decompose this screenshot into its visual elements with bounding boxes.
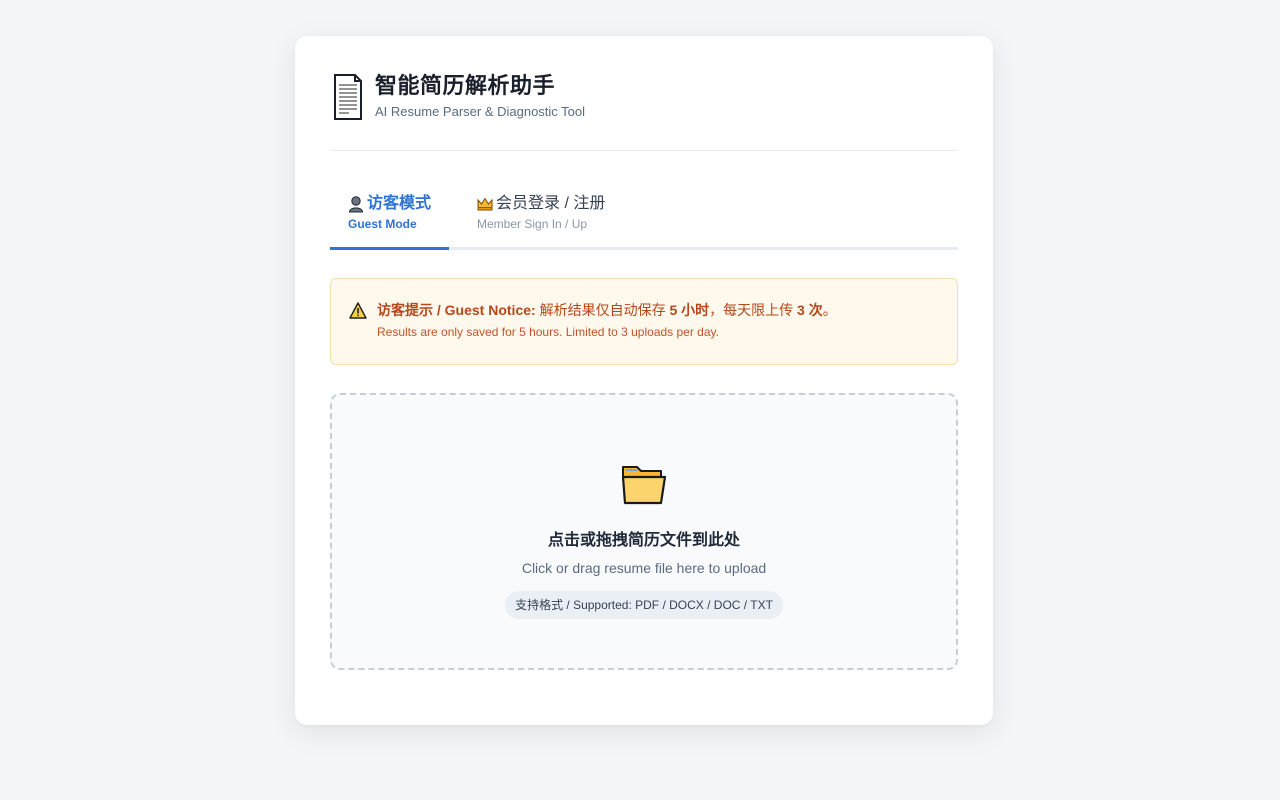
page-title: 智能简历解析助手 — [375, 73, 556, 98]
warning-icon — [349, 302, 367, 319]
folder-icon — [621, 466, 667, 505]
main-card: 智能简历解析助手 AI Resume Parser & Diagnostic T… — [295, 36, 993, 725]
guest-notice: 访客提示 / Guest Notice: 解析结果仅自动保存 5 小时，每天限上… — [330, 278, 958, 365]
notice-text-end: 。 — [822, 302, 837, 318]
tab-guest-sublabel: Guest Mode — [348, 217, 417, 231]
document-icon — [334, 74, 362, 120]
tab-member-sublabel: Member Sign In / Up — [477, 217, 588, 231]
upload-title: 点击或拖拽简历文件到此处 — [547, 532, 740, 549]
tab-guest-mode[interactable]: 访客模式 Guest Mode — [330, 184, 450, 250]
notice-line-english: Results are only saved for 5 hours. Limi… — [377, 325, 719, 339]
tab-member-login[interactable]: 会员登录 / 注册 Member Sign In / Up — [449, 184, 623, 247]
notice-text-before: 解析结果仅自动保存 — [535, 302, 670, 318]
upload-dropzone[interactable]: 点击或拖拽简历文件到此处 Click or drag resume file h… — [330, 393, 958, 670]
page-subtitle: AI Resume Parser & Diagnostic Tool — [375, 104, 586, 119]
notice-hours: 5 小时 — [669, 302, 710, 318]
notice-line-chinese: 访客提示 / Guest Notice: 解析结果仅自动保存 5 小时，每天限上… — [377, 299, 837, 321]
notice-count: 3 次 — [797, 302, 823, 318]
upload-subtitle: Click or drag resume file here to upload — [521, 560, 767, 576]
tab-guest-main: 访客模式 — [348, 194, 431, 214]
tab-member-main: 会员登录 / 注册 — [477, 194, 605, 214]
guest-icon — [348, 196, 364, 213]
supported-formats-badge: 支持格式 / Supported: PDF / DOCX / DOC / TXT — [505, 591, 783, 619]
notice-text-block: 访客提示 / Guest Notice: 解析结果仅自动保存 5 小时，每天限上… — [377, 299, 837, 340]
tab-guest-label: 访客模式 — [367, 195, 432, 212]
crown-icon — [477, 197, 493, 211]
app-header: 智能简历解析助手 AI Resume Parser & Diagnostic T… — [330, 36, 958, 151]
tab-member-label: 会员登录 / 注册 — [496, 195, 606, 212]
notice-label: 访客提示 / Guest Notice: — [377, 302, 536, 318]
notice-text-middle: ，每天限上传 — [709, 302, 798, 318]
title-block: 智能简历解析助手 AI Resume Parser & Diagnostic T… — [375, 72, 585, 120]
mode-tabs: 访客模式 Guest Mode 会员登录 / 注册 Member Sign In… — [330, 184, 958, 250]
